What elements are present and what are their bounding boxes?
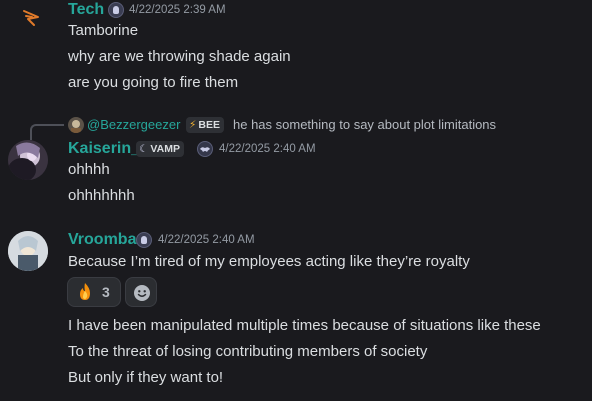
reply-preview-text[interactable]: he has something to say about plot limit… [233,115,496,135]
add-reaction-button[interactable] [125,277,157,307]
message-text: why are we throwing shade again [68,48,291,65]
moon-icon: ☾ [139,143,149,155]
reply-connector [30,124,64,140]
fire-emoji-icon [75,282,95,302]
message-text: ohhhh [68,161,110,178]
reply-avatar-art [71,120,81,133]
server-tag-badge-icon[interactable] [136,232,152,248]
message-timestamp[interactable]: 4/22/2025 2:40 AM [158,230,255,250]
reaction-fire[interactable]: 3 [67,277,121,307]
tech-avatar[interactable] [8,0,48,40]
reply-server-tag[interactable]: ⚡ BEE [186,117,224,133]
author-name[interactable]: Tech [68,0,104,20]
message-text: But only if they want to! [68,369,224,386]
kaiserin-avatar-art [8,140,48,180]
message-text: ohhhhhhh [68,187,135,204]
reply-mention[interactable]: @Bezzergeezer [87,115,180,135]
vroomba-avatar[interactable] [8,231,48,271]
message-text: Because I’m tired of my employees acting… [68,253,470,270]
message-text: Tamborine [68,22,139,39]
message-timestamp[interactable]: 4/22/2025 2:40 AM [219,139,316,159]
vroomba-avatar-art [8,231,48,271]
server-tag[interactable]: ☾ VAMP [136,141,184,157]
bat-badge-icon[interactable] [197,141,213,157]
message-timestamp[interactable]: 4/22/2025 2:39 AM [129,0,226,20]
reaction-count: 3 [102,284,110,300]
tech-logo-icon [23,10,39,26]
kaiserin-avatar[interactable] [8,140,48,180]
message-text: are you going to fire them [68,74,239,91]
chat-message-list: Tech 4/22/2025 2:39 AM Tamborine why are… [0,0,592,401]
author-name[interactable]: Vroomba [68,230,136,250]
add-reaction-icon [133,284,151,302]
lightning-icon: ⚡ [189,119,197,131]
author-name[interactable]: Kaiserin_ [68,139,140,159]
server-tag-label: VAMP [150,143,180,155]
reply-author-avatar[interactable] [68,117,84,133]
message-text: To the threat of losing contributing mem… [68,343,428,360]
reply-tag-label: BEE [198,119,220,131]
server-tag-badge-icon[interactable] [108,2,124,18]
message-text: I have been manipulated multiple times b… [68,317,541,334]
